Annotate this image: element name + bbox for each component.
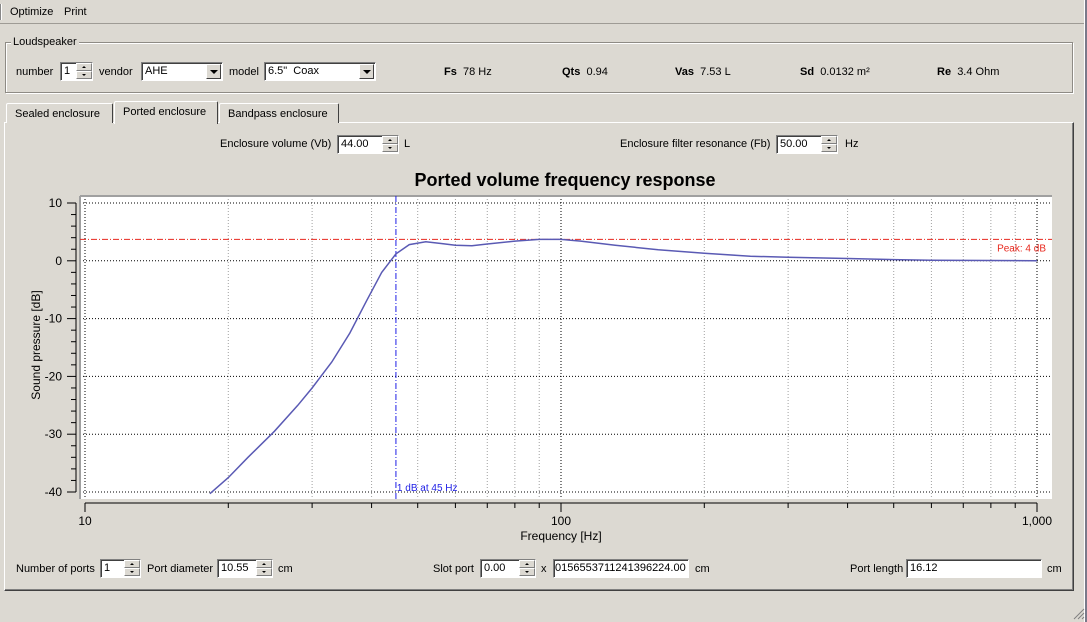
y-tick-label: -20 [45, 369, 63, 383]
peak-label: Peak: 4 dB [997, 243, 1046, 254]
slot-height-value: 0156553711241396224.00 [555, 562, 686, 574]
port-diameter-spinner[interactable]: 10.55 [217, 559, 273, 578]
slot-port-label: Slot port [433, 563, 474, 575]
slot-unit: cm [695, 563, 710, 575]
y-tick-label: -10 [45, 312, 63, 326]
y-tick-label: -40 [45, 485, 63, 499]
resize-grip-icon[interactable] [1073, 608, 1085, 620]
port-diameter-value: 10.55 [221, 562, 249, 574]
spin-down-icon[interactable] [124, 568, 140, 576]
x-tick-label: 1,000 [1022, 514, 1052, 528]
port-count-label: Number of ports [16, 563, 95, 575]
slot-times-label: x [541, 563, 547, 575]
port-diameter-spin-buttons[interactable] [256, 560, 272, 577]
port-count-spinner[interactable]: 1 [100, 559, 141, 578]
y-tick-label: 10 [49, 196, 63, 210]
x-tick-label: 100 [551, 514, 571, 528]
port-diameter-label: Port diameter [147, 563, 214, 575]
spin-up-icon[interactable] [124, 560, 140, 568]
slot-width-value: 0.00 [484, 562, 506, 574]
port-diameter-unit: cm [278, 563, 293, 575]
spin-up-icon[interactable] [256, 560, 272, 568]
x-axis-label: Frequency [Hz] [520, 529, 601, 543]
port-count-value: 1 [104, 562, 111, 574]
spin-down-icon[interactable] [256, 568, 272, 576]
x-tick-label: 10 [78, 514, 92, 528]
port-length-unit: cm [1047, 563, 1062, 575]
spin-down-icon[interactable] [519, 568, 535, 576]
y-tick-label: -30 [45, 427, 63, 441]
y-axis-label: Sound pressure [dB] [29, 290, 43, 399]
plot-area [80, 196, 1052, 499]
slot-width-spinner[interactable]: 0.00 [480, 559, 536, 578]
port-length-value: 16.12 [910, 562, 938, 574]
slot-width-spin-buttons[interactable] [519, 560, 535, 577]
port-count-spin-buttons[interactable] [124, 560, 140, 577]
y-tick-label: 0 [55, 254, 62, 268]
tab-ported-enclosure[interactable]: Ported enclosure [114, 101, 218, 124]
spin-up-icon[interactable] [519, 560, 535, 568]
frequency-response-chart: 10 100 1,000100-10-20-30-40 Peak: 4 dB1 dB… [29, 195, 1052, 543]
cutoff-label: 1 dB at 45 Hz [397, 483, 458, 494]
port-length-label: Port length [850, 563, 904, 575]
port-length-input[interactable]: 16.12 [906, 559, 1042, 578]
slot-height-input[interactable]: 0156553711241396224.00 [553, 559, 689, 578]
